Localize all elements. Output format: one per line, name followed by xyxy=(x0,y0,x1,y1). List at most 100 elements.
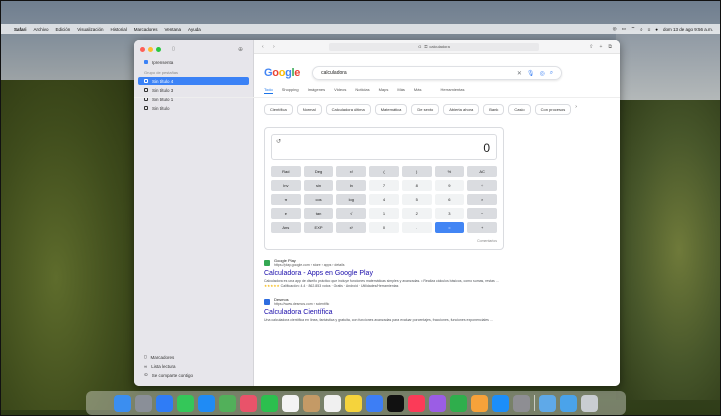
control-center-icon[interactable]: ≡ xyxy=(648,27,651,32)
result-title-link[interactable]: Calculadora - Apps en Google Play xyxy=(264,270,514,277)
calc-key[interactable]: √ xyxy=(336,208,367,219)
calendar-icon[interactable] xyxy=(282,394,299,412)
calc-key[interactable]: cos xyxy=(303,194,334,205)
result-source[interactable]: Desmos https://www.desmos.com › scientif… xyxy=(264,297,514,306)
calc-key[interactable]: + xyxy=(467,222,497,233)
menu-archivo[interactable]: Archivo xyxy=(34,27,49,32)
chip-cientifica[interactable]: Científica xyxy=(264,104,293,115)
notes-icon[interactable] xyxy=(345,394,362,412)
chevron-right-icon[interactable]: › xyxy=(575,104,577,115)
calc-key[interactable]: 7 xyxy=(369,180,399,191)
messages-icon[interactable] xyxy=(177,394,194,412)
wifi-icon[interactable]: ⌔ xyxy=(631,26,635,32)
tv-icon[interactable] xyxy=(387,394,404,412)
lens-icon[interactable]: ◎ xyxy=(540,70,545,77)
calc-key[interactable]: e xyxy=(271,208,301,219)
sidebar-toggle-icon[interactable]: ▯ xyxy=(172,46,175,52)
podcasts-icon[interactable] xyxy=(429,394,446,412)
tab-mas[interactable]: Más xyxy=(397,87,405,94)
tab-mas-2[interactable]: Más xyxy=(414,87,422,94)
chip-normal[interactable]: Normal xyxy=(296,104,322,115)
contacts-icon[interactable] xyxy=(303,394,320,412)
zoom-button[interactable] xyxy=(156,46,161,52)
music-icon[interactable] xyxy=(408,394,425,412)
calc-key[interactable]: sin xyxy=(303,180,334,191)
battery-icon[interactable]: ▭ xyxy=(622,26,626,32)
clear-icon[interactable]: ✕ xyxy=(517,70,522,77)
tab-imagenes[interactable]: Imágenes xyxy=(308,87,326,94)
sidebar-tab-group-4[interactable]: Sin título xyxy=(138,104,249,112)
result-title-link[interactable]: Calculadora Científica xyxy=(264,309,514,316)
menu-safari[interactable]: Safari xyxy=(14,27,27,32)
chip-bank[interactable]: Bank xyxy=(483,104,505,115)
calc-key[interactable]: ln xyxy=(336,180,367,191)
menu-marcadores[interactable]: Marcadores xyxy=(134,27,158,32)
calc-key[interactable]: ) xyxy=(401,166,432,177)
calc-key[interactable]: ÷ xyxy=(467,180,497,191)
calc-key[interactable]: log xyxy=(336,194,367,205)
siri-icon[interactable]: ● xyxy=(655,27,658,32)
freeform-icon[interactable] xyxy=(366,394,383,412)
calc-key[interactable]: = xyxy=(434,222,465,233)
trash-icon[interactable] xyxy=(581,394,598,412)
menu-ventana[interactable]: Ventana xyxy=(165,27,182,32)
calc-key[interactable]: x! xyxy=(336,166,367,177)
reminders-icon[interactable] xyxy=(324,394,341,412)
chip-con-procesos[interactable]: Con procesos xyxy=(534,104,572,115)
calc-key[interactable]: Ans xyxy=(271,222,301,233)
tab-maps[interactable]: Maps xyxy=(379,87,389,94)
app-store-icon[interactable] xyxy=(492,394,509,412)
sidebar-reading-list[interactable]: ∞ Lista lectura xyxy=(138,362,249,370)
calc-key[interactable]: 2 xyxy=(401,208,432,219)
tab-herramientas[interactable]: Herramientas xyxy=(440,87,464,94)
calc-key[interactable]: π xyxy=(271,194,301,205)
calc-key[interactable]: Rad xyxy=(271,166,301,177)
calc-key[interactable]: 3 xyxy=(434,208,465,219)
calc-key[interactable]: % xyxy=(434,166,465,177)
downloads-icon[interactable] xyxy=(560,394,577,412)
launchpad-icon[interactable] xyxy=(135,394,152,412)
tab-group-icon[interactable]: ⊕ xyxy=(238,46,243,53)
result-source[interactable]: Google Play https://play.google.com › st… xyxy=(264,258,514,267)
history-icon[interactable]: ↺ xyxy=(276,138,281,145)
preview-icon[interactable] xyxy=(539,394,556,412)
calc-key[interactable]: 5 xyxy=(401,194,432,205)
finder-icon[interactable] xyxy=(114,394,131,412)
menu-visualizacion[interactable]: Visualización xyxy=(77,27,103,32)
tab-shopping[interactable]: Shopping xyxy=(282,87,299,94)
system-settings-icon[interactable] xyxy=(513,394,530,412)
chip-matematica[interactable]: Matemática xyxy=(374,104,408,115)
calc-key[interactable]: × xyxy=(467,194,497,205)
calc-key[interactable]: 9 xyxy=(434,180,465,191)
calc-key[interactable]: Deg xyxy=(303,166,334,177)
tab-noticias[interactable]: Noticias xyxy=(355,87,369,94)
sidebar-item-top[interactable]: Iprensenta xyxy=(138,58,249,66)
address-bar[interactable]: G ⚿ calculadora xyxy=(329,42,540,51)
calc-key[interactable]: AC xyxy=(467,166,497,177)
chip-calculadora-ultima[interactable]: Calculadora última xyxy=(325,104,371,115)
chip-de-sexto[interactable]: De sexto xyxy=(411,104,440,115)
calc-key[interactable]: 6 xyxy=(434,194,465,205)
menubar-clock[interactable]: dom 13 de ago 9:56 a.m. xyxy=(663,27,713,32)
tabs-overview-icon[interactable]: ⧉ xyxy=(608,44,612,50)
calc-key[interactable]: EXP xyxy=(303,222,334,233)
numbers-icon[interactable] xyxy=(450,394,467,412)
calc-key[interactable]: . xyxy=(401,222,432,233)
tab-videos[interactable]: Videos xyxy=(334,87,346,94)
menu-ayuda[interactable]: Ayuda xyxy=(188,27,201,32)
menu-historial[interactable]: Historial xyxy=(110,27,126,32)
pages-icon[interactable] xyxy=(471,394,488,412)
safari-icon[interactable] xyxy=(156,394,173,412)
minimize-button[interactable] xyxy=(148,46,153,52)
photos-icon[interactable] xyxy=(240,394,257,412)
search-query[interactable]: calculadora xyxy=(321,70,512,76)
calc-key[interactable]: 0 xyxy=(369,222,399,233)
calc-key[interactable]: tan xyxy=(303,208,334,219)
chip-casio[interactable]: Casio xyxy=(508,104,531,115)
menu-edicion[interactable]: Edición xyxy=(56,27,71,32)
new-tab-icon[interactable]: + xyxy=(600,44,603,50)
close-button[interactable] xyxy=(140,46,145,52)
calc-key[interactable]: Inv xyxy=(271,180,301,191)
tab-todo[interactable]: Todo xyxy=(264,87,273,94)
search-icon[interactable]: ⌕ xyxy=(640,27,643,32)
